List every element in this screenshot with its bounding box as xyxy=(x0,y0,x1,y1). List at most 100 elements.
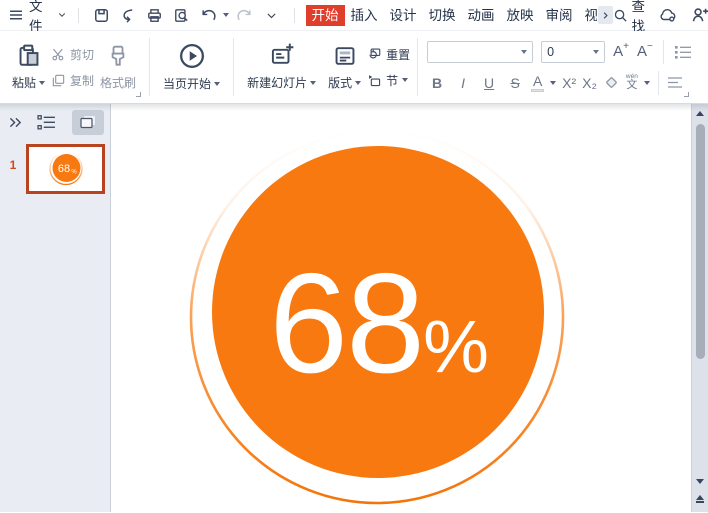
print-preview-button[interactable] xyxy=(170,4,193,26)
save-icon xyxy=(93,7,110,24)
font-size-caret xyxy=(593,50,599,54)
decrease-font-button[interactable]: A− xyxy=(637,44,653,59)
tab-slideshow[interactable]: 放映 xyxy=(501,5,540,26)
tab-view[interactable]: 视图 xyxy=(579,5,597,26)
play-group: 当页开始 xyxy=(155,34,228,100)
outline-view-button[interactable] xyxy=(37,114,56,131)
export-pdf-button[interactable] xyxy=(117,4,140,26)
phonetic-caret[interactable] xyxy=(644,81,650,85)
scroll-up-button[interactable] xyxy=(692,106,708,120)
section-button[interactable]: 节 xyxy=(367,72,410,89)
copy-button[interactable]: 复制 xyxy=(51,72,94,89)
subscript-button[interactable]: X₂ xyxy=(582,76,597,90)
decrease-font-a: A xyxy=(637,44,647,59)
search-icon xyxy=(613,8,628,23)
slide-list-item[interactable]: 1 68 % xyxy=(0,144,110,194)
tab-home[interactable]: 开始 xyxy=(306,5,345,26)
paste-button[interactable]: 粘贴 xyxy=(6,41,51,93)
undo-button[interactable] xyxy=(197,4,220,26)
ribbon: 粘贴 剪切 复制 格式刷 xyxy=(0,31,708,104)
divider xyxy=(149,38,150,96)
new-slide-label: 新建幻灯片 xyxy=(247,74,307,91)
redo-button[interactable] xyxy=(233,4,256,26)
font-color-caret[interactable] xyxy=(550,81,556,85)
font-color-label: A xyxy=(533,74,542,88)
clipboard-dialog-launcher[interactable] xyxy=(136,92,141,97)
cloud-sync-button[interactable] xyxy=(658,6,678,24)
slide-canvas[interactable]: 68% xyxy=(111,104,691,512)
tab-insert[interactable]: 插入 xyxy=(345,5,384,26)
increase-font-sign: + xyxy=(623,42,629,52)
double-up-icon xyxy=(696,495,704,503)
cut-button[interactable]: 剪切 xyxy=(51,46,94,63)
main-area: 1 68 % xyxy=(0,104,708,512)
underline-button[interactable]: U xyxy=(479,76,499,90)
tab-animation[interactable]: 动画 xyxy=(462,5,501,26)
font-dialog-launcher[interactable] xyxy=(684,92,689,97)
share-user-button[interactable] xyxy=(691,6,708,24)
scissors-icon xyxy=(51,47,66,62)
chevron-collapse-icon xyxy=(265,9,278,22)
file-menu-button[interactable]: 文件 xyxy=(8,0,67,35)
reset-button[interactable]: 重置 xyxy=(367,46,410,63)
bullet-list-button[interactable] xyxy=(674,44,692,60)
save-button[interactable] xyxy=(90,4,113,26)
clear-format-button[interactable] xyxy=(603,74,620,91)
font-size-value: 0 xyxy=(547,45,554,59)
font-name-combobox[interactable] xyxy=(427,41,533,63)
italic-button[interactable]: I xyxy=(453,76,473,90)
chevron-down-icon xyxy=(57,10,67,20)
increase-font-button[interactable]: A+ xyxy=(613,44,629,59)
strikethrough-button[interactable]: S xyxy=(505,76,525,90)
previous-slide-button[interactable] xyxy=(692,492,708,506)
play-dropdown-caret xyxy=(214,82,220,86)
expand-panel-button[interactable] xyxy=(8,116,23,129)
layout-label: 版式 xyxy=(328,74,352,91)
divider xyxy=(663,40,664,64)
slides-group: 新建幻灯片 版式 重置 节 xyxy=(239,34,412,100)
layout-button[interactable]: 版式 xyxy=(322,41,367,93)
reset-icon xyxy=(367,47,382,62)
undo-dropdown-caret[interactable] xyxy=(223,13,229,17)
new-slide-dropdown-caret xyxy=(310,81,316,85)
cut-label: 剪切 xyxy=(70,46,94,63)
slide-thumbnail[interactable]: 68 % xyxy=(26,144,105,194)
new-slide-icon xyxy=(269,43,295,69)
font-group: 0 A+ A− B I U S A X² X₂ xyxy=(423,34,692,100)
bold-button[interactable]: B xyxy=(427,76,447,90)
tabs-overflow-button[interactable] xyxy=(598,6,613,24)
find-label: 查找 xyxy=(632,0,646,35)
slide-number: 1 xyxy=(0,144,26,194)
align-button[interactable] xyxy=(667,76,683,90)
format-painter-button[interactable]: 格式刷 xyxy=(94,41,142,93)
divider xyxy=(233,38,234,96)
phonetic-guide-button[interactable]: wén 文 xyxy=(626,74,638,92)
find-button[interactable]: 查找 xyxy=(613,0,646,35)
scrollbar-thumb[interactable] xyxy=(696,124,705,359)
tab-transition[interactable]: 切换 xyxy=(423,5,462,26)
ribbon-tabs: 开始 插入 设计 切换 动画 放映 审阅 视图 xyxy=(306,5,613,26)
play-from-current-button[interactable]: 当页开始 xyxy=(157,40,226,94)
slides-view-button[interactable] xyxy=(72,110,104,135)
print-button[interactable] xyxy=(144,4,167,26)
new-slide-button[interactable]: 新建幻灯片 xyxy=(241,41,322,93)
paste-dropdown-caret xyxy=(39,81,45,85)
tab-design[interactable]: 设计 xyxy=(384,5,423,26)
percent-unit: % xyxy=(423,305,487,388)
tab-review[interactable]: 审阅 xyxy=(540,5,579,26)
percent-value: 68 xyxy=(269,244,423,403)
decrease-font-sign: − xyxy=(647,42,653,52)
font-name-caret xyxy=(521,50,527,54)
scroll-down-button[interactable] xyxy=(692,474,708,488)
percent-circle[interactable]: 68% xyxy=(212,146,544,478)
vertical-scrollbar[interactable] xyxy=(691,104,708,512)
reset-label: 重置 xyxy=(386,46,410,63)
copy-icon xyxy=(51,73,66,88)
font-size-combobox[interactable]: 0 xyxy=(541,41,605,63)
panel-toolbar xyxy=(0,104,110,140)
file-menu-label: 文件 xyxy=(29,0,52,35)
section-label: 节 xyxy=(386,72,398,89)
superscript-button[interactable]: X² xyxy=(562,76,576,90)
font-color-button[interactable]: A xyxy=(531,74,544,92)
customize-quickbar-button[interactable] xyxy=(260,4,283,26)
